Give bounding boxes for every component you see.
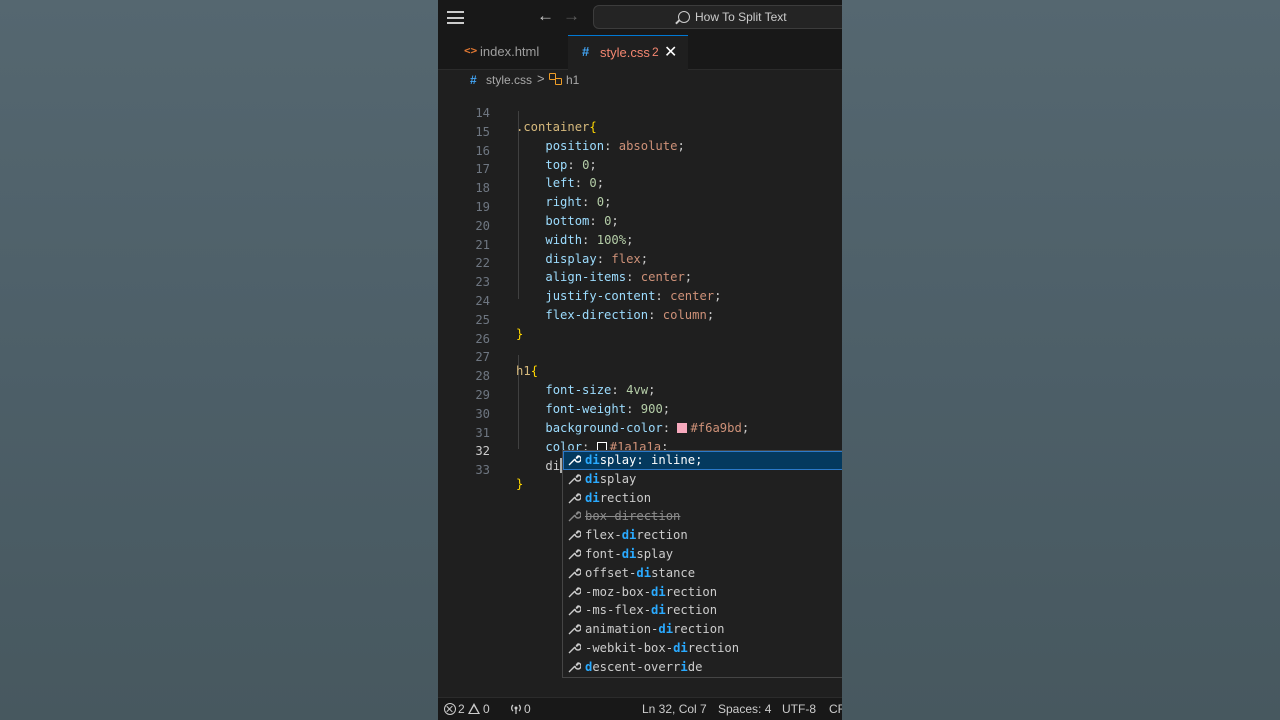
autocomplete-suggest-widget: display: inline; display direction box-d… <box>562 450 842 678</box>
suggestion-item[interactable]: -moz-box-direction <box>563 583 842 602</box>
wrench-icon <box>568 568 581 579</box>
code-line: 30 background-color: #f6a9bd; <box>438 393 842 435</box>
code-line: 16 top: 0; <box>438 130 842 172</box>
line-number: 33 <box>475 463 490 478</box>
code-line: 25 } <box>438 299 842 341</box>
code-line: 28 font-size: 4vw; <box>438 355 842 397</box>
video-background-right <box>842 0 1280 720</box>
suggestion-item[interactable]: -ms-flex-direction <box>563 601 842 620</box>
tab-style-css[interactable]: # style.css 2 ✕ <box>568 35 688 70</box>
search-text: How To Split Text <box>695 10 787 24</box>
video-background-left <box>0 0 438 720</box>
code-line: 26 <box>438 318 842 346</box>
ports-indicator[interactable]: 0 <box>510 702 531 716</box>
error-count: 2 <box>458 702 465 716</box>
wrench-icon <box>568 624 581 635</box>
suggestion-item[interactable]: -webkit-box-direction <box>563 639 842 658</box>
breadcrumb: # style.css > h1 <box>438 70 842 92</box>
problem-count-badge: 2 <box>652 45 659 59</box>
suggestion-item[interactable]: font-display <box>563 545 842 564</box>
code-line: 15 position: absolute; <box>438 111 842 153</box>
wrench-icon <box>568 662 581 673</box>
wrench-icon <box>568 455 581 466</box>
tab-index-html[interactable]: <> index.html <box>448 35 568 70</box>
code-line: 21 display: flex; <box>438 224 842 266</box>
chevron-right-icon: > <box>537 71 545 86</box>
command-center-search[interactable]: How To Split Text <box>593 5 842 29</box>
cursor-position[interactable]: Ln 32, Col 7 <box>642 702 707 716</box>
code-line: 27 h1{ <box>438 336 842 378</box>
ports-count: 0 <box>524 702 531 716</box>
broadcast-icon <box>511 704 521 714</box>
warning-icon <box>468 703 481 714</box>
code-line: 23 justify-content: center; <box>438 261 842 303</box>
close-icon[interactable]: ✕ <box>664 42 677 62</box>
vscode-window: ← → How To Split Text <> index.html # st… <box>438 0 842 720</box>
code-line: 20 width: 100%; <box>438 205 842 247</box>
breadcrumb-symbol[interactable]: h1 <box>566 73 579 87</box>
code-line: 19 bottom: 0; <box>438 186 842 228</box>
encoding[interactable]: UTF-8 <box>782 702 816 716</box>
suggestion-item-deprecated[interactable]: box-direction <box>563 507 842 526</box>
problems-indicator[interactable]: 2 0 <box>444 702 490 716</box>
forward-arrow-icon: → <box>563 6 580 25</box>
hamburger-menu-icon[interactable] <box>447 11 464 24</box>
wrench-icon <box>568 511 581 522</box>
css-file-icon: # <box>470 73 477 87</box>
code-line: 24 flex-direction: column; <box>438 280 842 322</box>
title-bar: ← → How To Split Text <box>438 0 842 35</box>
wrench-icon <box>568 474 581 485</box>
error-icon <box>444 703 456 715</box>
wrench-icon <box>568 605 581 616</box>
brace: } <box>516 477 524 492</box>
symbol-class-icon <box>549 73 563 85</box>
suggestion-item[interactable]: descent-override <box>563 658 842 677</box>
code-line: 31 color: #1a1a1a; <box>438 412 842 454</box>
suggestion-item[interactable]: animation-direction <box>563 620 842 639</box>
wrench-icon <box>568 586 581 598</box>
suggestion-item[interactable]: display: inline; <box>563 451 842 470</box>
status-bar: 2 0 0 Ln 32, Col 7 Spaces: 4 UTF-8 CR <box>438 697 842 720</box>
wrench-icon <box>568 643 581 654</box>
wrench-icon <box>568 549 581 560</box>
suggestion-item[interactable]: offset-distance <box>563 564 842 583</box>
code-line: 17 left: 0; <box>438 148 842 190</box>
code-line: 14 .container{ <box>438 92 842 134</box>
back-arrow-icon[interactable]: ← <box>537 6 554 26</box>
end-of-line[interactable]: CR <box>829 702 842 716</box>
css-file-icon: # <box>582 44 590 59</box>
indentation[interactable]: Spaces: 4 <box>718 702 771 716</box>
wrench-icon <box>568 492 581 504</box>
suggestion-item[interactable]: display <box>563 470 842 489</box>
wrench-icon <box>568 530 581 541</box>
suggestion-item[interactable]: flex-direction <box>563 526 842 545</box>
tab-label: style.css <box>600 45 650 60</box>
suggestion-item[interactable]: direction <box>563 489 842 508</box>
editor-tab-bar: <> index.html # style.css 2 ✕ <box>438 35 842 70</box>
code-line: 18 right: 0; <box>438 167 842 209</box>
tab-label: index.html <box>480 44 540 59</box>
code-line: 29 font-weight: 900; <box>438 374 842 416</box>
code-line: 22 align-items: center; <box>438 242 842 284</box>
html-file-icon: <> <box>464 44 478 57</box>
warning-count: 0 <box>483 702 490 716</box>
search-icon <box>678 11 690 23</box>
code-line-current: 32 di <box>438 430 842 474</box>
breadcrumb-file[interactable]: style.css <box>486 73 532 87</box>
